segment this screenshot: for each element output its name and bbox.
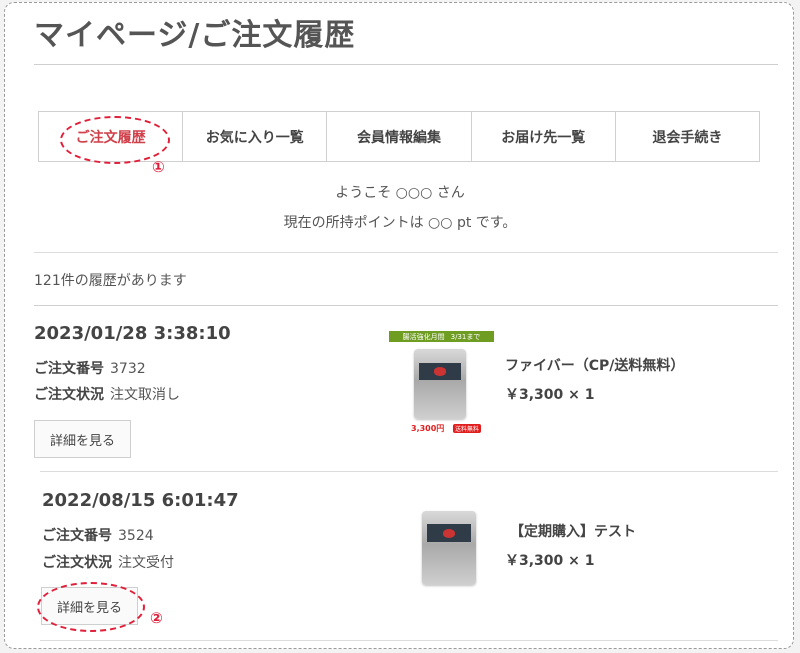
order-status-value: 注文取消し [110,387,180,403]
history-count: 121件の履歴があります [34,273,187,289]
highlight-ellipse-2 [37,582,145,632]
promo-banner-deadline: 3/31まで [450,332,481,341]
tab-delivery-addresses[interactable]: お届け先一覧 [472,112,616,161]
product-thumbnail[interactable] [414,349,466,419]
order-date: 2023/01/28 3:38:10 [34,323,231,344]
tab-favorites[interactable]: お気に入り一覧 [183,112,328,161]
title-divider [34,64,778,65]
order-status-row: ご注文状況 注文受付 [42,552,174,572]
tab-withdrawal[interactable]: 退会手続き [616,112,759,161]
thumbnail-price: 3,300円 [411,424,445,433]
promo-banner-text: 腸活強化月間 [402,332,445,341]
marker-number-2: ② [150,609,163,627]
divider [40,471,778,472]
free-shipping-badge: 送料無料 [453,424,482,433]
promo-banner: 腸活強化月間 3/31まで [389,331,494,342]
order-status-row: ご注文状況 注文取消し [34,384,180,404]
product-price: ￥3,300 × 1 [505,387,595,403]
order-number-value: 3732 [110,361,146,377]
order-number-label: ご注文番号 [42,528,112,544]
order-status-value: 注文受付 [118,555,174,571]
product-name[interactable]: ファイバー（CP/送料無料） [505,355,684,375]
product-name[interactable]: 【定期購入】テスト [510,521,636,541]
points-balance: 現在の所持ポイントは ○○ pt です。 [283,215,517,231]
order-number-row: ご注文番号 3524 [42,525,154,545]
divider [40,640,778,641]
highlight-ellipse-1 [60,116,170,164]
product-price: ￥3,300 × 1 [505,553,595,569]
order-number-value: 3524 [118,528,154,544]
product-thumbnail[interactable] [422,511,476,585]
welcome-greeting: ようこそ ○○○ さん [335,185,465,201]
order-number-row: ご注文番号 3732 [34,358,146,378]
divider [34,305,778,306]
order-status-label: ご注文状況 [42,555,112,571]
tab-member-info[interactable]: 会員情報編集 [327,112,472,161]
marker-number-1: ① [152,158,165,176]
order-number-label: ご注文番号 [34,361,104,377]
page-title: マイページ/ご注文履歴 [34,18,356,53]
detail-button[interactable]: 詳細を見る [34,420,131,458]
order-status-label: ご注文状況 [34,387,104,403]
order-date: 2022/08/15 6:01:47 [42,490,239,511]
divider [34,252,778,253]
